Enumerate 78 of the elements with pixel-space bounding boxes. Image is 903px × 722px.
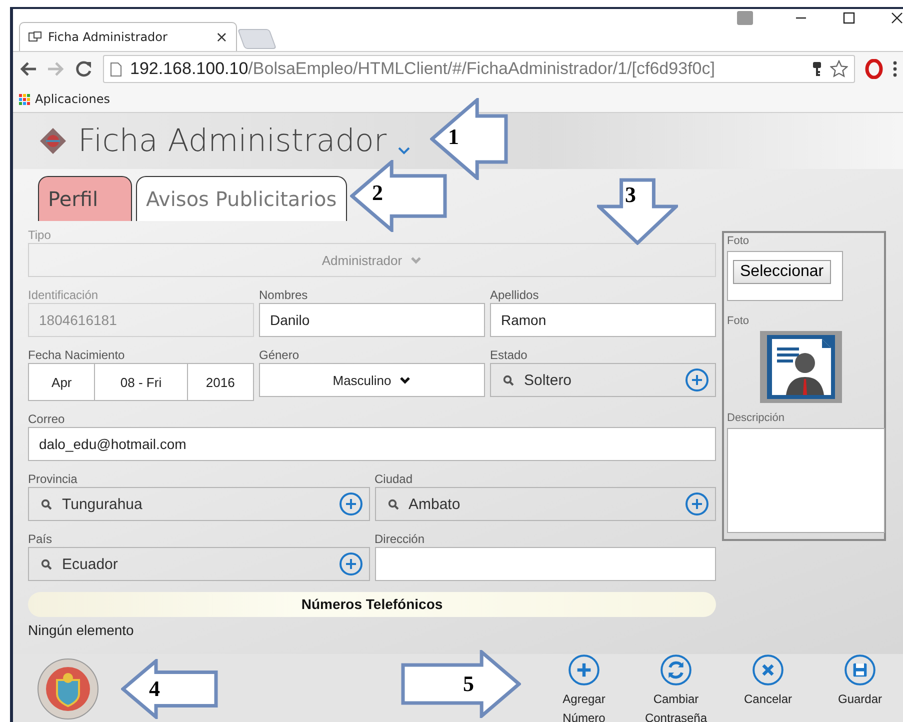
- footer-button[interactable]: Cancelar: [731, 650, 805, 709]
- tab[interactable]: Perfil: [38, 176, 132, 221]
- field-label: Correo: [28, 413, 66, 426]
- field-label: Foto: [727, 315, 750, 327]
- date-part-field[interactable]: 08 - Fri: [95, 363, 188, 401]
- callout-number: 2: [372, 182, 383, 204]
- field-label: Identificación: [28, 289, 100, 302]
- reload-icon[interactable]: [75, 60, 93, 78]
- refresh-icon: [660, 654, 692, 686]
- field-label: Ciudad: [374, 473, 414, 486]
- field-label: Apellidos: [490, 289, 540, 302]
- input-field[interactable]: dalo_edu@hotmail.com: [28, 427, 716, 461]
- field-label: País: [28, 533, 54, 546]
- chevron-down-icon: [410, 256, 422, 264]
- close-icon: [752, 654, 784, 686]
- field-label: Nombres: [259, 289, 309, 302]
- date-part-field[interactable]: Apr: [28, 363, 96, 401]
- input-field[interactable]: [374, 547, 716, 581]
- field-label: Dirección: [374, 533, 426, 546]
- search-icon: [41, 558, 52, 570]
- callout-number: 1: [448, 126, 459, 148]
- add-icon[interactable]: [338, 492, 362, 516]
- lookup-field[interactable]: Soltero: [490, 363, 716, 397]
- key-icon[interactable]: [812, 61, 822, 77]
- input-field[interactable]: Ramon: [490, 303, 716, 337]
- search-icon: [503, 374, 514, 386]
- emblem-drawing: [37, 658, 99, 720]
- document-icon: [110, 62, 122, 76]
- close-icon[interactable]: [891, 12, 903, 24]
- lookup-field[interactable]: Ambato: [374, 487, 716, 521]
- date-part-field[interactable]: 2016: [188, 363, 254, 401]
- tab[interactable]: Avisos Publicitarios: [136, 176, 347, 221]
- back-icon[interactable]: [19, 61, 37, 77]
- field-label: Descripción: [727, 412, 786, 424]
- browser-tab[interactable]: Ficha Administrador ×: [19, 22, 237, 51]
- callout-number: 3: [625, 184, 636, 206]
- field-label: Género: [259, 349, 300, 362]
- chevron-down-icon[interactable]: [396, 146, 411, 154]
- field-label: Fecha Nacimiento: [28, 349, 126, 362]
- star-icon[interactable]: [830, 60, 848, 78]
- new-tab-button[interactable]: [237, 29, 277, 49]
- callout-number: 5: [463, 673, 474, 695]
- search-icon: [41, 498, 52, 510]
- lookup-field[interactable]: Ecuador: [28, 547, 370, 581]
- person-document-icon: [760, 331, 842, 403]
- apps-icon: [19, 94, 30, 104]
- field-label: Foto: [727, 235, 750, 247]
- search-icon: [388, 498, 398, 510]
- field-label: Provincia: [28, 473, 78, 486]
- close-tab-button[interactable]: ×: [215, 28, 228, 46]
- add-icon[interactable]: [338, 552, 362, 576]
- footer-button[interactable]: Agregar Número: [547, 650, 621, 722]
- footer-button[interactable]: Guardar: [823, 650, 897, 709]
- add-icon[interactable]: [685, 492, 709, 516]
- description-field[interactable]: [727, 428, 885, 533]
- field-label: Estado: [490, 349, 528, 362]
- page-icon: [28, 31, 42, 43]
- extension-icon[interactable]: [865, 59, 883, 79]
- footer-button[interactable]: Cambiar Contraseña: [639, 650, 713, 722]
- maximize-icon[interactable]: [843, 12, 855, 24]
- page-title: Ficha Administrador: [78, 123, 387, 159]
- address-bar[interactable]: 192.168.100.10/BolsaEmpleo/HTMLClient/#/FichaAdministrador/1/[cf6d93f0c]: [103, 55, 855, 83]
- app-logo-icon: [38, 126, 68, 156]
- add-icon: [568, 654, 600, 686]
- empty-list-text: Ningún elemento: [28, 622, 135, 638]
- select-file-button[interactable]: Seleccionar: [733, 260, 831, 284]
- save-icon: [844, 654, 876, 686]
- lookup-field[interactable]: Tungurahua: [28, 487, 370, 521]
- dropdown-field[interactable]: Masculino: [259, 363, 485, 397]
- url-text: 192.168.100.10/BolsaEmpleo/HTMLClient/#/FichaAdministrador/1/[cf6d93f0c]: [130, 59, 716, 79]
- add-icon[interactable]: [685, 368, 709, 392]
- menu-icon[interactable]: [893, 61, 897, 77]
- chevron-down-icon: [399, 376, 412, 384]
- field-label: Tipo: [28, 229, 52, 242]
- input-field[interactable]: Danilo: [259, 303, 485, 337]
- section-header: Números Telefónicos: [28, 592, 716, 617]
- bookmark-link[interactable]: Aplicaciones: [19, 92, 110, 106]
- callout-number: 4: [149, 678, 160, 700]
